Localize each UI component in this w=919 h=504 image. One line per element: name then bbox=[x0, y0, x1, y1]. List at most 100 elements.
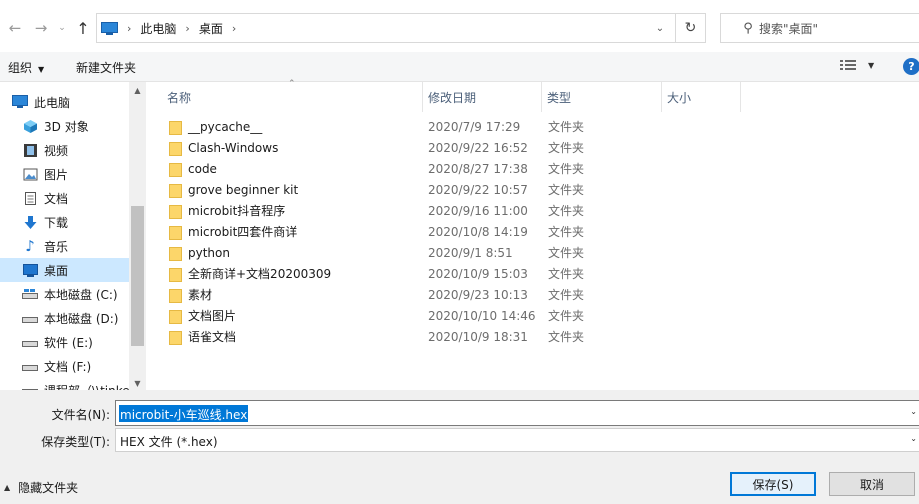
nav-item-label: 视频 bbox=[44, 143, 69, 158]
file-date: 2020/10/9 18:31 bbox=[428, 329, 528, 344]
file-row[interactable]: 全新商详+文档20200309 2020/10/9 15:03 文件夹 bbox=[167, 263, 587, 284]
file-row[interactable]: code 2020/8/27 17:38 文件夹 bbox=[167, 158, 587, 179]
chevron-down-icon[interactable]: ⌄ bbox=[910, 407, 917, 416]
folder-icon bbox=[169, 182, 182, 198]
file-row[interactable]: python 2020/9/1 8:51 文件夹 bbox=[167, 242, 587, 263]
file-date: 2020/9/1 8:51 bbox=[428, 245, 513, 260]
cube-icon bbox=[22, 118, 38, 134]
pc-icon bbox=[101, 21, 118, 35]
column-divider[interactable] bbox=[661, 82, 662, 112]
search-input[interactable]: ⚲ 搜索"桌面" bbox=[720, 13, 919, 43]
nav-item-label: 文档 bbox=[44, 191, 69, 206]
organize-button[interactable]: 组织 ▼ bbox=[8, 59, 44, 76]
file-row[interactable]: microbit四套件商详 2020/10/8 14:19 文件夹 bbox=[167, 221, 587, 242]
file-name: microbit四套件商详 bbox=[188, 225, 298, 239]
recent-locations-chevron-icon[interactable]: ⌄ bbox=[55, 17, 69, 39]
view-options-button[interactable]: ▼ bbox=[840, 58, 874, 72]
file-row[interactable]: Clash-Windows 2020/9/22 16:52 文件夹 bbox=[167, 137, 587, 158]
file-type: 文件夹 bbox=[548, 288, 585, 302]
address-dropdown-chevron-icon[interactable]: ⌄ bbox=[647, 14, 673, 42]
filetype-select[interactable]: HEX 文件 (*.hex) ⌄ bbox=[115, 428, 919, 452]
caret-down-icon: ▼ bbox=[868, 60, 875, 70]
file-date: 2020/9/23 10:13 bbox=[428, 287, 528, 302]
address-row: ← → ⌄ ↑ › 此电脑 › 桌面 › ⌄ ↻ ⚲ 搜索"桌面" bbox=[0, 0, 919, 52]
nav-item-label: 图片 bbox=[44, 167, 69, 182]
nav-item-this-pc[interactable]: 此电脑 bbox=[12, 90, 141, 114]
file-type: 文件夹 bbox=[548, 225, 585, 239]
drive-icon bbox=[22, 310, 38, 326]
up-arrow-icon[interactable]: ↑ bbox=[72, 17, 94, 39]
breadcrumb-desktop[interactable]: 桌面 bbox=[199, 20, 223, 37]
folder-icon bbox=[169, 140, 182, 156]
chevron-down-icon[interactable]: ⌄ bbox=[910, 434, 917, 443]
file-row[interactable]: 素材 2020/9/23 10:13 文件夹 bbox=[167, 284, 587, 305]
folder-icon bbox=[169, 224, 182, 240]
file-date: 2020/10/10 14:46 bbox=[428, 308, 536, 323]
file-row[interactable]: 文档图片 2020/10/10 14:46 文件夹 bbox=[167, 305, 587, 326]
column-divider[interactable] bbox=[422, 82, 423, 112]
address-bar[interactable]: › 此电脑 › 桌面 › ⌄ bbox=[96, 13, 706, 43]
file-name: 全新商详+文档20200309 bbox=[188, 267, 332, 281]
hide-folders-label: 隐藏文件夹 bbox=[18, 481, 79, 495]
folder-icon bbox=[169, 203, 182, 219]
breadcrumb-separator-icon[interactable]: › bbox=[232, 22, 236, 35]
file-row[interactable]: 语雀文档 2020/10/9 18:31 文件夹 bbox=[167, 326, 587, 347]
breadcrumb-separator-icon[interactable]: › bbox=[127, 22, 131, 35]
file-type: 文件夹 bbox=[548, 162, 585, 176]
nav-item-label: 桌面 bbox=[44, 263, 69, 278]
scroll-up-arrow-icon[interactable]: ▲ bbox=[129, 86, 146, 95]
back-arrow-icon[interactable]: ← bbox=[4, 17, 26, 39]
nav-item-label: 本地磁盘 (C:) bbox=[44, 287, 118, 302]
document-icon bbox=[22, 190, 38, 206]
hide-folders-toggle[interactable]: ▲ 隐藏文件夹 bbox=[4, 479, 78, 496]
refresh-button[interactable]: ↻ bbox=[675, 13, 706, 43]
file-row[interactable]: __pycache__ 2020/7/9 17:29 文件夹 bbox=[167, 116, 587, 137]
save-button[interactable]: 保存(S) bbox=[730, 472, 816, 496]
refresh-icon: ↻ bbox=[684, 20, 697, 36]
folder-icon bbox=[169, 245, 182, 261]
column-header-name[interactable]: 名称 bbox=[167, 82, 423, 112]
nav-scrollbar[interactable]: ▲ ▼ bbox=[129, 82, 146, 390]
search-icon: ⚲ bbox=[743, 20, 753, 36]
folder-icon bbox=[169, 329, 182, 345]
breadcrumb-this-pc[interactable]: 此电脑 bbox=[140, 20, 176, 37]
file-date: 2020/10/9 15:03 bbox=[428, 266, 528, 281]
column-header-size[interactable]: 大小 bbox=[667, 82, 737, 112]
search-placeholder: 搜索"桌面" bbox=[759, 21, 819, 36]
new-folder-button[interactable]: 新建文件夹 bbox=[76, 59, 136, 76]
file-type: 文件夹 bbox=[548, 330, 585, 344]
file-type: 文件夹 bbox=[548, 183, 585, 197]
folder-icon bbox=[169, 161, 182, 177]
file-type: 文件夹 bbox=[548, 141, 585, 155]
file-date: 2020/8/27 17:38 bbox=[428, 161, 528, 176]
file-date: 2020/7/9 17:29 bbox=[428, 119, 521, 134]
music-icon: ♪ bbox=[25, 237, 35, 255]
network-drive-icon bbox=[22, 382, 38, 390]
drive-icon bbox=[22, 358, 38, 374]
nav-item-desktop[interactable]: 桌面 bbox=[0, 258, 129, 282]
file-name: code bbox=[188, 161, 217, 176]
cancel-button[interactable]: 取消 bbox=[829, 472, 915, 496]
file-row[interactable]: grove beginner kit 2020/9/22 10:57 文件夹 bbox=[167, 179, 587, 200]
file-type: 文件夹 bbox=[548, 267, 585, 281]
column-divider[interactable] bbox=[740, 82, 741, 112]
filetype-value: HEX 文件 (*.hex) bbox=[120, 435, 218, 449]
help-icon[interactable]: ? bbox=[903, 58, 919, 75]
filename-input[interactable]: microbit-小车巡线.hex ⌄ bbox=[115, 400, 919, 426]
file-row[interactable]: microbit抖音程序 2020/9/16 11:00 文件夹 bbox=[167, 200, 587, 221]
file-name: 素材 bbox=[188, 288, 213, 302]
scroll-thumb[interactable] bbox=[131, 206, 144, 346]
video-icon bbox=[22, 142, 38, 158]
column-header-type[interactable]: 类型 bbox=[547, 82, 662, 112]
breadcrumb-separator-icon[interactable]: › bbox=[185, 22, 189, 35]
forward-arrow-icon[interactable]: → bbox=[30, 17, 52, 39]
filename-label: 文件名(N): bbox=[51, 408, 110, 422]
nav-item-label: 本地磁盘 (D:) bbox=[44, 311, 119, 326]
folder-icon bbox=[169, 308, 182, 324]
file-type: 文件夹 bbox=[548, 246, 585, 260]
column-header-date[interactable]: 修改日期 bbox=[428, 82, 543, 112]
navigation-pane: 此电脑 3D 对象 视频 图片 文档 下载 ♪ 音乐 桌面 本地磁盘 (C:) … bbox=[0, 82, 147, 390]
pc-icon bbox=[12, 94, 28, 110]
scroll-down-arrow-icon[interactable]: ▼ bbox=[129, 379, 146, 388]
column-divider[interactable] bbox=[541, 82, 542, 112]
